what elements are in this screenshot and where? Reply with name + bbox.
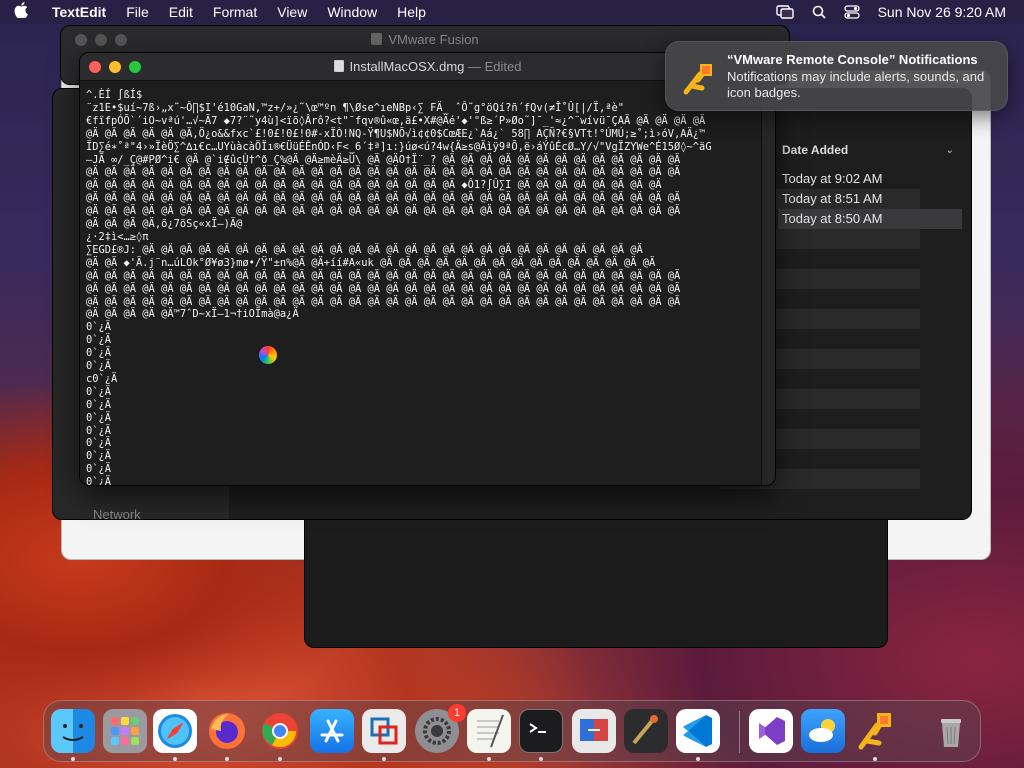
running-indicator xyxy=(487,757,491,761)
apple-menu-icon[interactable] xyxy=(0,1,42,23)
text-line: @Ä @Ä @Ä @Ä @Ä @Ä @Ä @Ä @Ä @Ä @Ä @Ä @Ä @… xyxy=(86,282,681,295)
text-line: 0`¿Ä xyxy=(86,463,112,476)
running-indicator xyxy=(539,757,543,761)
text-line: ^.ÈÍ ∫ßÍ$ xyxy=(86,89,143,101)
text-line: 0`¿Ä xyxy=(86,450,112,463)
textedit-icon[interactable] xyxy=(467,709,511,753)
text-line: 0`¿Ä xyxy=(86,424,112,437)
notification-body: Notifications may include alerts, sounds… xyxy=(727,69,985,100)
menu-view[interactable]: View xyxy=(267,0,317,24)
menu-app-name[interactable]: TextEdit xyxy=(42,0,116,24)
weather-icon[interactable] xyxy=(801,709,845,753)
text-line: @Ä @Ä @Ä @Ä @Ä @Ä @Ä @Ä @Ä @Ä @Ä @Ä @Ä @… xyxy=(86,205,681,218)
textedit-window[interactable]: InstallMacOSX.dmg — Edited ^.ÈÍ ∫ßÍ$ ¨z1E… xyxy=(79,52,776,486)
text-line: @Ä @Ä @Ä @Ä @Ä @Ä @Ä @Ä @Ä @Ä @Ä @Ä @Ä @… xyxy=(86,192,681,205)
running-indicator xyxy=(873,757,877,761)
text-line: @Ä @Ä @Ä @Ä @Ä @Ä @Ä @Ä @Ä @Ä @Ä @Ä @Ä @… xyxy=(86,179,662,192)
vmware-remote-console-icon xyxy=(678,58,718,98)
text-line: @Ä @Ä @Ä @Ä @Ä @Ä,Ö¿o&&fxc`£!0£!0£!0#-xÏ… xyxy=(86,127,706,140)
document-icon xyxy=(333,60,344,72)
vmware-window-title-text: VMware Fusion xyxy=(388,32,479,47)
vmware-disk-icon xyxy=(371,33,383,45)
menu-edit[interactable]: Edit xyxy=(159,0,203,24)
text-line: 0`¿Ä xyxy=(86,360,112,373)
text-line: ¨z1E•$uí~7ß›„x˜~Ô∏$I'é10GaN,™z+/»¿˜\œ™ºn… xyxy=(86,101,624,114)
text-line: —JÃ ∞/_Ç@#PØ^i€ @Ä @`i∉ûçÙ†^ð_Ç%@Ä @Ä≥mè… xyxy=(86,153,681,166)
dock: 1 xyxy=(43,700,981,762)
text-line: ∑EGD£®J: @Ä @Ä @Ä @Ä @Ä @Ä @Ä @Ä @Ä @Ä @… xyxy=(86,243,643,256)
chevron-down-icon: ⌄ xyxy=(945,144,954,156)
text-line: @Ä @Ä @Ä @Ä,õ¿7õSç«xÏ—)Ä@ xyxy=(86,218,243,231)
text-line: €fïfpÓÕ`´iO~vªú'…√~Ã7 ◆7?¨˜y4ù]<ïõ◊Ârô?<… xyxy=(86,114,706,127)
document-edited-status: — Edited xyxy=(468,59,522,74)
running-indicator xyxy=(71,757,75,761)
vscode-icon[interactable] xyxy=(676,709,720,753)
text-line: ÏD∑é∗˚ª"4›»ÏèÖ∑^∆ı€c…UYùàcàÖÏı®€ÜüÉÊnÓD‹… xyxy=(86,140,712,153)
sidebar-item-network[interactable]: Network xyxy=(93,507,141,519)
firefox-icon[interactable] xyxy=(205,709,249,753)
table-row[interactable]: Today at 9:02 AM xyxy=(782,169,962,189)
vertical-scrollbar[interactable] xyxy=(761,82,775,485)
visual-studio-icon[interactable] xyxy=(749,709,793,753)
trash-icon[interactable] xyxy=(929,709,973,753)
vmware-remote-console-dock-icon[interactable] xyxy=(853,709,897,753)
running-indicator xyxy=(173,757,177,761)
column-header-label: Date Added xyxy=(782,143,849,157)
notification-banner[interactable]: “VMware Remote Console” Notifications No… xyxy=(665,41,1008,111)
text-line: @Ä @Ä @Ä @Ä @Ä @Ä @Ä @Ä @Ä @Ä @Ä @Ä @Ä @… xyxy=(86,166,681,179)
date-added-column-header[interactable]: Date Added ⌄ xyxy=(782,139,962,161)
running-indicator xyxy=(225,757,229,761)
menu-clock[interactable]: Sun Nov 26 9:20 AM xyxy=(869,4,1024,20)
table-row-selected[interactable]: Today at 8:50 AM xyxy=(778,209,962,229)
running-indicator xyxy=(696,757,700,761)
text-line: c0`¿Ä xyxy=(86,372,118,385)
spotlight-search-icon[interactable] xyxy=(803,5,835,19)
finder-icon[interactable] xyxy=(51,709,95,753)
running-indicator xyxy=(278,757,282,761)
notification-badge: 1 xyxy=(448,704,466,722)
vmware-fusion-icon[interactable] xyxy=(362,709,406,753)
menu-format[interactable]: Format xyxy=(203,0,267,24)
text-line: @Ä @Ä @Ä @Ä @Ä™7ˆD~xÏ—1¬†iOÏmà@a¿Ä xyxy=(86,308,299,321)
launchpad-icon[interactable] xyxy=(103,709,147,753)
text-line: 0`¿Ä xyxy=(86,398,112,411)
running-indicator xyxy=(382,757,386,761)
menu-window[interactable]: Window xyxy=(317,0,387,24)
instruments-icon[interactable] xyxy=(624,709,668,753)
text-line: @Ä @Ä @Ä @Ä @Ä @Ä @Ä @Ä @Ä @Ä @Ä @Ä @Ä @… xyxy=(86,269,681,282)
text-line: 0`¿Ä xyxy=(86,334,112,347)
text-line: 0`¿Ä xyxy=(86,347,112,360)
background-dark-window xyxy=(304,520,888,648)
chrome-icon[interactable] xyxy=(258,709,302,753)
document-text-area[interactable]: ^.ÈÍ ∫ßÍ$ ¨z1E•$uí~7ß›„x˜~Ô∏$I'é10GaN,™z+… xyxy=(80,82,762,486)
safari-icon[interactable] xyxy=(153,709,197,753)
document-filename: InstallMacOSX.dmg xyxy=(349,59,465,74)
dock-separator xyxy=(739,711,740,753)
text-line: 0`¿Ä xyxy=(86,321,112,334)
notification-title: “VMware Remote Console” Notifications xyxy=(727,52,978,67)
app-store-icon[interactable] xyxy=(310,709,354,753)
busy-spinner-icon xyxy=(259,346,277,364)
text-line: 0`¿Ä xyxy=(86,476,112,486)
menu-bar: TextEdit File Edit Format View Window He… xyxy=(0,0,1024,24)
text-line: @Ä @Ä ◆'Ä.j¨n…úLOk°Ø¥ø3}mø•/Ÿ"±n%@Ä @Ä+í… xyxy=(86,256,656,269)
text-line: ¿·2‡ì<…≥◊π xyxy=(86,230,149,243)
text-line: 0`¿Ä xyxy=(86,411,112,424)
text-line: 0`¿Ä xyxy=(86,437,112,450)
menu-file[interactable]: File xyxy=(116,0,159,24)
text-line: @Ä @Ä @Ä @Ä @Ä @Ä @Ä @Ä @Ä @Ä @Ä @Ä @Ä @… xyxy=(86,295,681,308)
text-line: 0`¿Ä xyxy=(86,385,112,398)
screen-mirroring-icon[interactable] xyxy=(767,5,803,19)
migration-assistant-icon[interactable] xyxy=(572,709,616,753)
terminal-icon[interactable] xyxy=(519,709,563,753)
table-row[interactable]: Today at 8:51 AM xyxy=(782,189,962,209)
menu-help[interactable]: Help xyxy=(387,0,436,24)
control-center-icon[interactable] xyxy=(835,5,869,19)
